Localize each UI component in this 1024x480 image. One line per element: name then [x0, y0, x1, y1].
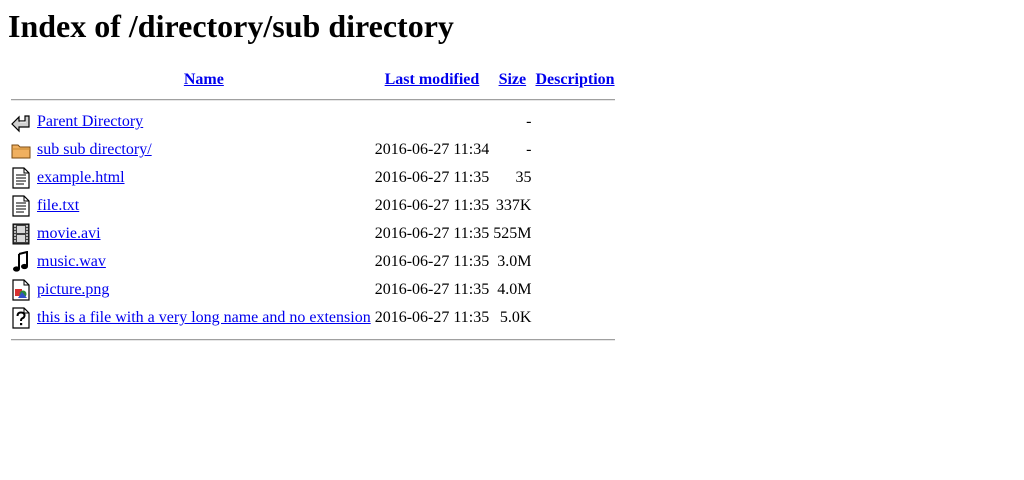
folder-icon — [11, 139, 33, 161]
name-cell: music.wav — [36, 249, 372, 275]
listing-row-picture-png: picture.png 2016-06-27 11:35 4.0M — [10, 277, 616, 303]
description-cell — [534, 277, 615, 303]
size-cell: 5.0K — [499, 309, 532, 326]
row-icon-cell — [10, 249, 34, 275]
row-icon-cell — [10, 277, 34, 303]
size-cell: 337K — [495, 197, 532, 214]
listing-row-example-html: example.html 2016-06-27 11:35 35 — [10, 165, 616, 191]
entry-link-example-html[interactable]: example.html — [37, 169, 125, 186]
last-modified-column-header: Last modified — [374, 69, 491, 91]
back-icon — [11, 111, 33, 133]
sort-by-size-link[interactable]: Size — [499, 71, 527, 88]
sound-file-icon — [11, 251, 33, 273]
size-cell: 525M — [493, 225, 532, 242]
name-cell: Parent Directory — [36, 109, 372, 135]
icon-column-header — [10, 69, 34, 91]
row-icon-cell — [10, 305, 34, 331]
listing-row-sub-sub-directory: sub sub directory/2016-06-27 11:34 - — [10, 137, 616, 163]
listing-row-movie-avi: movie.avi 2016-06-27 11:35 525M — [10, 221, 616, 247]
name-cell: file.txt — [36, 193, 372, 219]
last-modified-cell: 2016-06-27 11:35 — [374, 253, 490, 270]
last-modified-cell: 2016-06-27 11:35 — [374, 309, 490, 326]
row-icon-cell — [10, 165, 34, 191]
last-modified-cell: 2016-06-27 11:35 — [374, 225, 490, 242]
last-modified-cell: 2016-06-27 11:34 — [374, 141, 490, 158]
description-cell — [534, 193, 615, 219]
description-column-header: Description — [534, 69, 615, 91]
unknown-file-icon — [11, 307, 33, 329]
entry-link-parent-directory[interactable]: Parent Directory — [37, 113, 143, 130]
size-cell: 4.0M — [497, 281, 532, 298]
last-modified-cell: 2016-06-27 11:35 — [374, 281, 490, 298]
name-column-header: Name — [36, 69, 372, 91]
directory-listing-table: Name Last modified Size Description Pare… — [8, 67, 618, 349]
name-cell: picture.png — [36, 277, 372, 303]
last-modified-cell — [374, 109, 491, 135]
entry-link-movie-avi[interactable]: movie.avi — [37, 225, 101, 242]
name-cell: this is a file with a very long name and… — [36, 305, 372, 331]
listing-body: Parent Directory - sub sub directory/2016-… — [10, 109, 616, 331]
name-cell: sub sub directory/ — [36, 137, 372, 163]
separator-line — [11, 339, 615, 341]
listing-row-this-is-a-file-with-a-very-long-name-and-no-extension: this is a file with a very long name and… — [10, 305, 616, 331]
sort-by-last-modified-link[interactable]: Last modified — [385, 71, 480, 88]
text-file-icon — [11, 195, 33, 217]
description-cell — [534, 109, 615, 135]
entry-link-music-wav[interactable]: music.wav — [37, 253, 106, 270]
size-cell: - — [526, 113, 532, 130]
row-icon-cell — [10, 193, 34, 219]
description-cell — [534, 249, 615, 275]
header-separator-row — [10, 93, 616, 107]
header-row: Name Last modified Size Description — [10, 69, 616, 91]
description-cell — [534, 221, 615, 247]
last-modified-cell: 2016-06-27 11:35 — [374, 197, 490, 214]
sort-by-name-link[interactable]: Name — [184, 71, 224, 88]
name-cell: movie.avi — [36, 221, 372, 247]
last-modified-cell: 2016-06-27 11:35 — [374, 169, 490, 186]
size-cell: 3.0M — [497, 253, 532, 270]
entry-link-sub-sub-directory[interactable]: sub sub directory/ — [37, 141, 152, 158]
text-file-icon — [11, 167, 33, 189]
size-column-header: Size — [492, 69, 532, 91]
row-icon-cell — [10, 137, 34, 163]
size-cell: - — [526, 141, 532, 158]
entry-link-picture-png[interactable]: picture.png — [37, 281, 109, 298]
listing-row-parent-directory: Parent Directory - — [10, 109, 616, 135]
size-cell: 35 — [515, 169, 532, 186]
description-cell — [534, 305, 615, 331]
description-cell — [534, 137, 615, 163]
sort-by-description-link[interactable]: Description — [535, 71, 614, 88]
movie-file-icon — [11, 223, 33, 245]
entry-link-this-is-a-file-with-a-very-long-name-and-no-extension[interactable]: this is a file with a very long name and… — [37, 309, 371, 326]
name-cell: example.html — [36, 165, 372, 191]
entry-link-file-txt[interactable]: file.txt — [37, 197, 79, 214]
image-file-icon — [11, 279, 33, 301]
row-icon-cell — [10, 221, 34, 247]
footer-separator-row — [10, 333, 616, 347]
listing-row-music-wav: music.wav 2016-06-27 11:35 3.0M — [10, 249, 616, 275]
description-cell — [534, 165, 615, 191]
page-title: Index of /directory/sub directory — [8, 8, 454, 44]
separator-line — [11, 99, 615, 101]
listing-row-file-txt: file.txt 2016-06-27 11:35 337K — [10, 193, 616, 219]
row-icon-cell — [10, 109, 34, 135]
